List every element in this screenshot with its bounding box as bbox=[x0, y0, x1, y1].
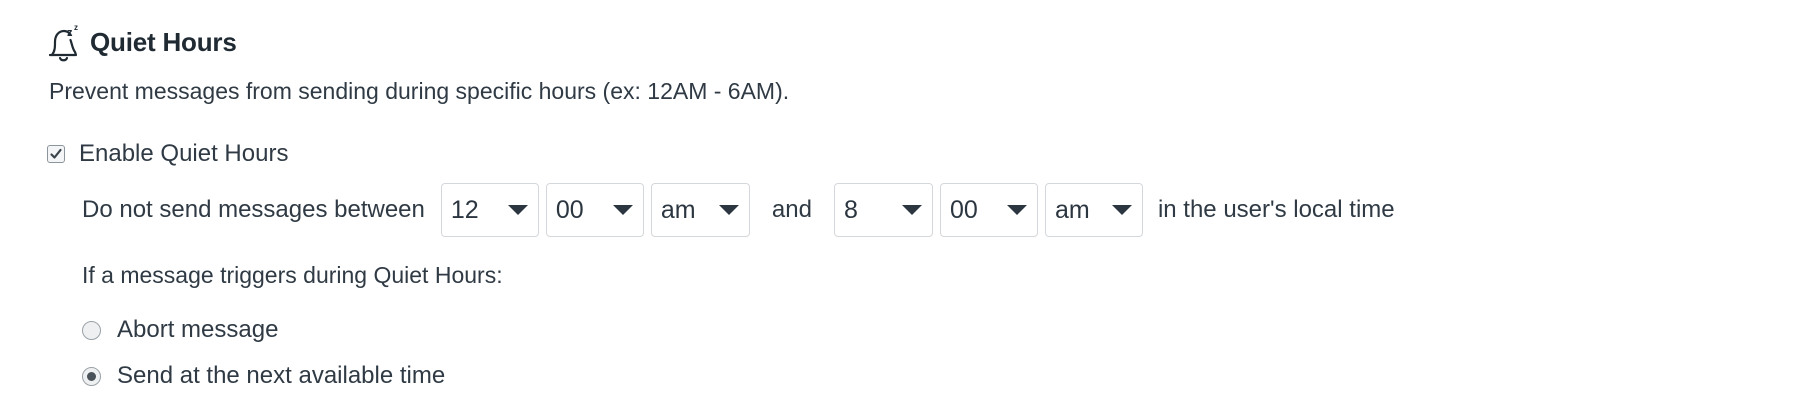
enable-quiet-hours-label: Enable Quiet Hours bbox=[79, 140, 289, 167]
end-period-select[interactable]: am bbox=[1044, 183, 1143, 237]
enable-quiet-hours-checkbox[interactable] bbox=[47, 145, 65, 163]
send-next-available-radio[interactable] bbox=[82, 366, 101, 386]
radio-option-abort[interactable]: Abort message bbox=[82, 316, 278, 344]
trigger-question: If a message triggers during Quiet Hours… bbox=[82, 262, 503, 288]
end-hour-select[interactable]: 8 bbox=[833, 183, 933, 237]
start-hour-value: 12 bbox=[450, 195, 479, 224]
abort-message-label: Abort message bbox=[117, 316, 279, 343]
start-period-value: am bbox=[660, 195, 696, 224]
section-header: z z Quiet Hours bbox=[46, 22, 237, 62]
start-hour-select[interactable]: 12 bbox=[440, 183, 539, 237]
schedule-suffix: in the user's local time bbox=[1157, 196, 1395, 223]
enable-quiet-hours-row[interactable]: Enable Quiet Hours bbox=[47, 140, 288, 168]
chevron-down-icon bbox=[1006, 205, 1027, 215]
end-hour-value: 8 bbox=[843, 195, 858, 224]
start-minute-value: 00 bbox=[555, 195, 584, 224]
and-label: and bbox=[771, 196, 812, 223]
quiet-hours-time-range: Do not send messages between 12 00 am an… bbox=[82, 182, 1395, 238]
radio-option-send-next[interactable]: Send at the next available time bbox=[82, 362, 445, 390]
start-minute-select[interactable]: 00 bbox=[545, 183, 644, 237]
abort-message-radio[interactable] bbox=[82, 320, 101, 340]
send-next-available-label: Send at the next available time bbox=[117, 362, 446, 389]
svg-text:z: z bbox=[67, 27, 73, 39]
bell-snooze-icon: z z bbox=[46, 22, 82, 62]
schedule-prefix: Do not send messages between bbox=[82, 196, 425, 223]
chevron-down-icon bbox=[612, 205, 633, 215]
start-period-select[interactable]: am bbox=[650, 183, 750, 237]
end-period-value: am bbox=[1054, 195, 1090, 224]
section-title: Quiet Hours bbox=[90, 26, 237, 57]
chevron-down-icon bbox=[718, 205, 739, 215]
end-minute-select[interactable]: 00 bbox=[939, 183, 1038, 237]
svg-text:z: z bbox=[74, 23, 78, 32]
radio-selected-dot bbox=[87, 371, 96, 381]
chevron-down-icon bbox=[901, 205, 922, 215]
chevron-down-icon bbox=[1111, 205, 1132, 215]
checkmark-icon bbox=[50, 148, 62, 159]
section-description: Prevent messages from sending during spe… bbox=[49, 78, 790, 104]
end-minute-value: 00 bbox=[949, 195, 978, 224]
chevron-down-icon bbox=[507, 205, 528, 215]
